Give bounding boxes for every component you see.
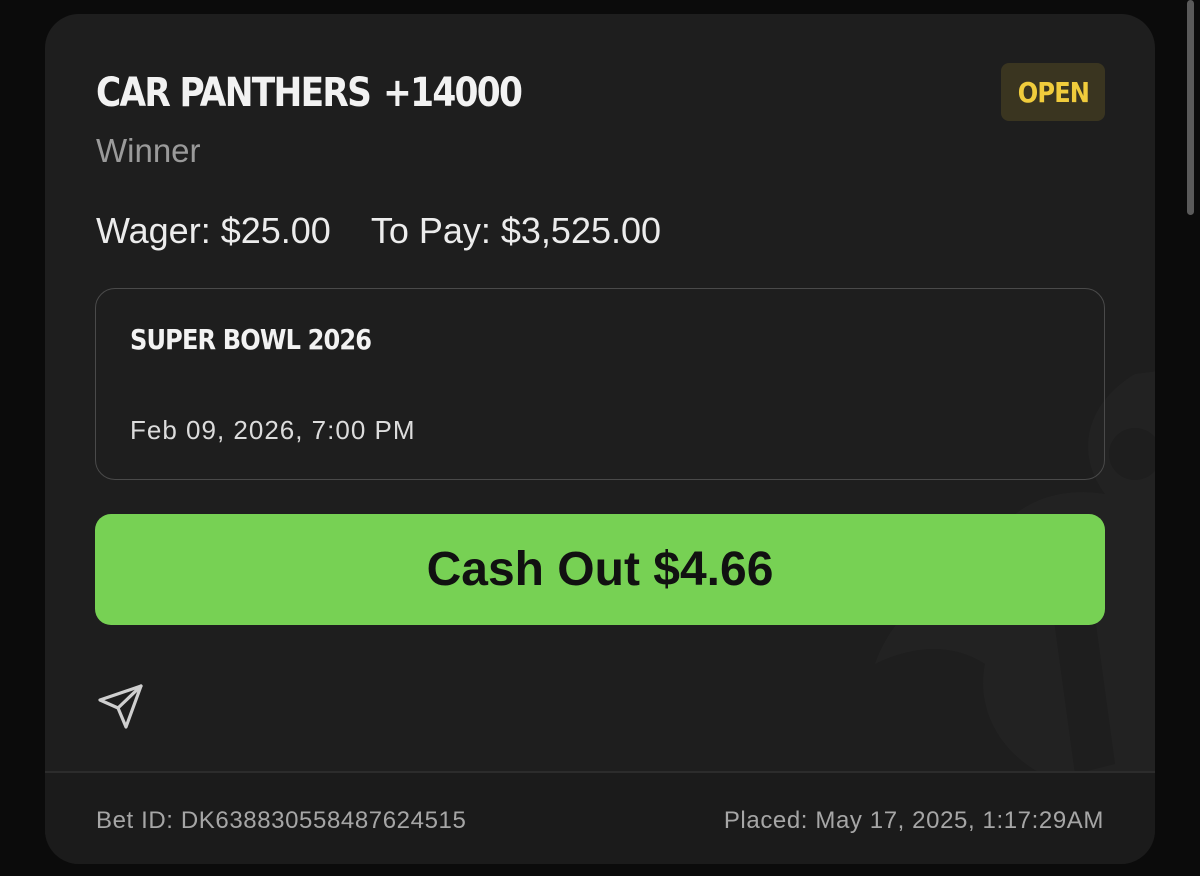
bet-footer: Bet ID: DK638830558487624515 Placed: May… <box>45 773 1155 864</box>
status-label: OPEN <box>1017 75 1089 109</box>
bet-amounts: Wager: $25.00 To Pay: $3,525.00 <box>96 210 661 252</box>
odds-value: +14000 <box>383 70 523 116</box>
placed-timestamp: Placed: May 17, 2025, 1:17:29AM <box>723 807 1104 834</box>
status-badge: OPEN <box>1001 63 1105 121</box>
event-name: SUPER BOWL 2026 <box>130 323 372 356</box>
to-pay-amount: To Pay: $3,525.00 <box>370 210 662 251</box>
wager-amount: Wager: $25.00 <box>96 210 331 251</box>
paper-plane-icon <box>98 684 143 729</box>
event-card[interactable]: SUPER BOWL 2026 Feb 09, 2026, 7:00 PM <box>95 288 1105 480</box>
share-button[interactable] <box>93 678 149 734</box>
bet-card: CAR PANTHERS +14000 OPEN Winner Wager: $… <box>45 14 1155 864</box>
event-date: Feb 09, 2026, 7:00 PM <box>130 415 416 445</box>
scrollbar[interactable] <box>1187 0 1194 215</box>
bet-id: Bet ID: DK638830558487624515 <box>96 807 467 834</box>
cash-out-button[interactable]: Cash Out $4.66 <box>95 514 1105 625</box>
team-name: CAR PANTHERS <box>96 70 372 116</box>
bet-title: CAR PANTHERS +14000 <box>96 70 523 116</box>
market-type: Winner <box>96 132 201 169</box>
